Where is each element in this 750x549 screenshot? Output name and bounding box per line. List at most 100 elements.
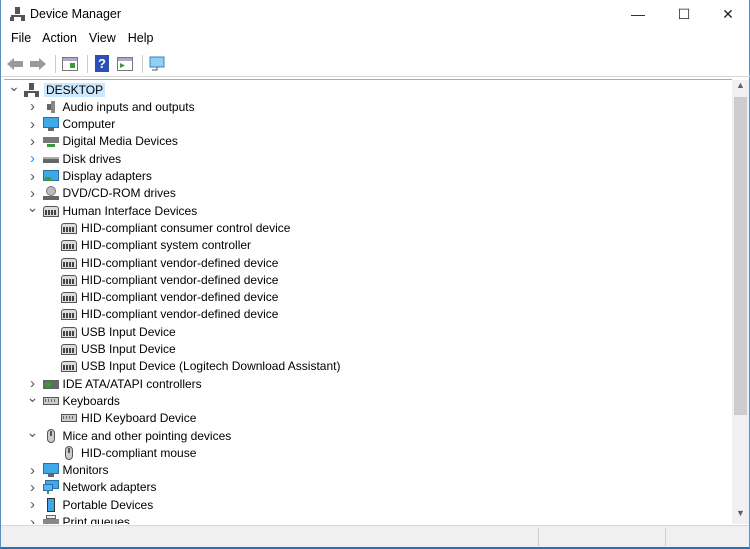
tree-item-label: Print queues: [62, 515, 130, 524]
network-adapter-icon: [42, 480, 59, 495]
tree-item-label: HID-compliant mouse: [81, 445, 197, 460]
scroll-up-icon[interactable]: ▲: [732, 80, 749, 96]
hid-icon: [42, 204, 59, 218]
tree-item[interactable]: › Network adapters: [26, 479, 157, 496]
toolbar-separator: [142, 54, 143, 73]
chevron-right-icon[interactable]: ›: [26, 496, 40, 513]
chevron-down-icon[interactable]: ⌄: [26, 424, 40, 441]
tree-item[interactable]: HID-compliant mouse: [44, 444, 196, 461]
chevron-right-icon[interactable]: ›: [26, 514, 40, 525]
computer-network-icon: [24, 82, 40, 97]
tree-item[interactable]: HID-compliant vendor-defined device: [44, 289, 278, 306]
tree-item[interactable]: USB Input Device: [44, 323, 176, 340]
tree-item-label: HID-compliant vendor-defined device: [81, 290, 279, 305]
tree-item[interactable]: › DVD/CD-ROM drives: [26, 185, 176, 202]
tree-item[interactable]: › Digital Media Devices: [26, 133, 178, 150]
chevron-right-icon[interactable]: ›: [26, 462, 40, 479]
tree-item[interactable]: › Print queues: [26, 514, 130, 525]
tree-item[interactable]: ⌄ Mice and other pointing devices: [26, 424, 232, 444]
tree-item-label: Display adapters: [62, 169, 152, 183]
hid-icon: [61, 359, 77, 373]
menu-help[interactable]: Help: [123, 29, 161, 49]
action-pane-icon[interactable]: [115, 54, 135, 74]
show-hide-console-tree-icon[interactable]: [60, 54, 80, 74]
tree-item[interactable]: USB Input Device (Logitech Download Assi…: [44, 358, 340, 375]
media-device-icon: [42, 134, 59, 148]
tree-item[interactable]: › Disk drives: [26, 150, 122, 167]
menu-action[interactable]: Action: [38, 29, 84, 49]
tree-item[interactable]: › Display adapters: [26, 168, 152, 185]
forward-icon[interactable]: [28, 54, 48, 74]
title-bar: Device Manager — ☐ ✕: [1, 0, 750, 28]
hid-icon: [61, 342, 77, 356]
tree-item-label: HID-compliant vendor-defined device: [81, 272, 279, 287]
tree-item[interactable]: HID-compliant vendor-defined device: [44, 306, 278, 323]
menu-view[interactable]: View: [84, 29, 123, 49]
tree-item[interactable]: HID-compliant consumer control device: [44, 219, 290, 236]
scrollbar-thumb[interactable]: [734, 97, 747, 415]
tree-item-label: HID-compliant vendor-defined device: [81, 307, 279, 322]
help-icon[interactable]: ?: [92, 54, 112, 74]
back-icon[interactable]: [5, 54, 25, 74]
tree-item[interactable]: ⌄ DESKTOP: [7, 80, 106, 98]
chevron-right-icon[interactable]: ›: [26, 479, 40, 496]
tree-item[interactable]: HID-compliant vendor-defined device: [44, 254, 278, 271]
minimize-button[interactable]: —: [615, 0, 661, 28]
tree-item-label: Human Interface Devices: [62, 203, 198, 218]
toolbar: ?: [1, 51, 750, 77]
chevron-right-icon[interactable]: ›: [26, 98, 40, 115]
portable-device-icon: [43, 497, 59, 512]
hid-icon: [61, 221, 77, 235]
ide-controller-icon: [42, 377, 59, 391]
tree-item[interactable]: USB Input Device: [44, 341, 176, 358]
tree-item[interactable]: › Audio inputs and outputs: [26, 98, 195, 115]
tree-item-label: Disk drives: [62, 151, 122, 166]
tree-item[interactable]: HID Keyboard Device: [44, 410, 196, 427]
close-button[interactable]: ✕: [705, 0, 750, 28]
tree-item[interactable]: ⌄ Keyboards: [26, 389, 120, 409]
tree-item[interactable]: › Portable Devices: [26, 496, 153, 513]
tree-item-label: DVD/CD-ROM drives: [62, 186, 176, 201]
dvd-icon: [42, 186, 59, 201]
tree-item[interactable]: › IDE ATA/ATAPI controllers: [26, 375, 202, 392]
tree-item[interactable]: HID-compliant system controller: [44, 237, 251, 254]
vertical-scrollbar[interactable]: ▲ ▼: [732, 80, 749, 524]
tree-item-label: Monitors: [62, 463, 109, 478]
tree-item-label: Digital Media Devices: [62, 134, 178, 149]
tree-item[interactable]: ⌄ Human Interface Devices: [26, 199, 198, 219]
chevron-right-icon[interactable]: ›: [26, 150, 40, 167]
chevron-right-icon[interactable]: ›: [26, 116, 40, 133]
keyboard-icon: [61, 411, 77, 425]
speaker-icon: [43, 100, 59, 114]
keyboard-icon: [42, 394, 59, 408]
toolbar-separator: [87, 54, 88, 73]
tree-item[interactable]: › Monitors: [26, 462, 109, 479]
hid-icon: [61, 256, 77, 270]
tree-item-label: Mice and other pointing devices: [62, 428, 232, 443]
chevron-down-icon[interactable]: ⌄: [26, 199, 40, 216]
disk-drive-icon: [42, 152, 59, 166]
tree-item-label: HID-compliant vendor-defined device: [81, 255, 279, 270]
tree-item-label: Computer: [62, 117, 116, 132]
tree-item-label: HID-compliant consumer control device: [81, 220, 291, 235]
scan-hardware-icon[interactable]: [147, 54, 167, 74]
tree-item[interactable]: HID-compliant vendor-defined device: [44, 271, 278, 288]
menu-file[interactable]: File: [1, 29, 38, 49]
status-divider: [538, 528, 539, 546]
hid-icon: [61, 273, 77, 287]
chevron-right-icon[interactable]: ›: [26, 133, 40, 150]
status-divider: [665, 528, 666, 546]
chevron-down-icon[interactable]: ⌄: [26, 389, 40, 406]
chevron-right-icon[interactable]: ›: [26, 168, 40, 185]
hid-icon: [61, 238, 77, 252]
device-tree[interactable]: ⌄ DESKTOP › Audio inputs and outputs › Comput…: [4, 79, 732, 524]
tree-item[interactable]: › Computer: [26, 116, 116, 133]
maximize-button[interactable]: ☐: [661, 0, 707, 28]
display-adapter-icon: [42, 169, 59, 183]
scroll-down-icon[interactable]: ▼: [732, 508, 749, 524]
monitor-icon: [42, 463, 59, 478]
tree-item-label: IDE ATA/ATAPI controllers: [62, 376, 202, 391]
tree-item-label: Audio inputs and outputs: [62, 99, 195, 114]
chevron-down-icon[interactable]: ⌄: [7, 80, 21, 95]
status-bar: [1, 525, 749, 547]
